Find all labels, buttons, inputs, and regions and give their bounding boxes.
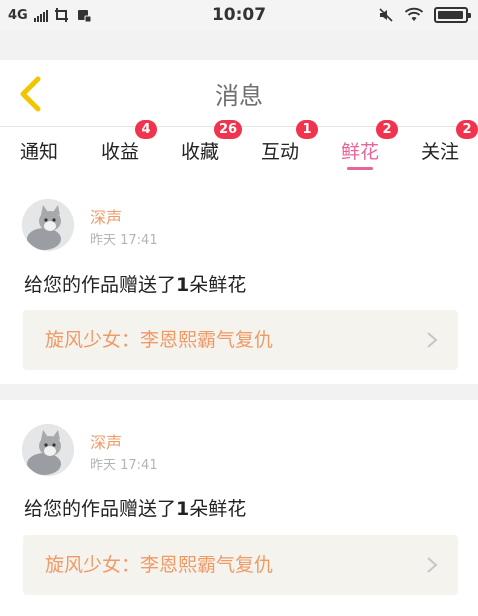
signal-icon: [33, 8, 48, 22]
message-suffix: 朵鲜花: [189, 498, 247, 520]
avatar[interactable]: [22, 424, 74, 476]
username[interactable]: 深声: [90, 204, 122, 228]
battery-level: [438, 11, 463, 19]
status-bar-left: 4G: [8, 0, 92, 30]
flower-count: 1: [176, 498, 190, 520]
tab-label: 互动: [261, 141, 300, 163]
chevron-right-icon: [427, 557, 438, 573]
message-prefix: 给您的作品赠送了: [24, 274, 177, 296]
tab-badge: 1: [296, 120, 318, 139]
tab-label: 收藏: [181, 141, 220, 163]
timestamp: 昨天 17:41: [90, 233, 158, 248]
page-title: 消息: [215, 81, 263, 110]
cat-avatar-icon: [22, 199, 74, 251]
wifi-icon: [404, 7, 424, 21]
tab-badge: 2: [456, 120, 478, 139]
tab-label: 关注: [421, 141, 460, 163]
work-link[interactable]: 旋风少女：李恩熙霸气复仇: [23, 310, 458, 370]
tab-label: 鲜花: [341, 141, 380, 163]
tab-bar: 通知 收益 4 收藏 26 互动 1 鲜花 2 关注 2: [0, 120, 478, 180]
tab-label: 收益: [101, 141, 140, 163]
message-suffix: 朵鲜花: [189, 274, 247, 296]
work-link[interactable]: 旋风少女：李恩熙霸气复仇: [23, 535, 458, 595]
status-gap: [0, 30, 478, 60]
tab-label: 通知: [20, 141, 59, 163]
chevron-right-icon: [427, 332, 438, 348]
mute-icon: [379, 8, 393, 22]
sim-icon: [77, 10, 92, 23]
screenshot-icon: [54, 8, 68, 22]
battery-icon: [434, 7, 471, 23]
back-button[interactable]: [10, 72, 50, 116]
work-title: 旋风少女：李恩熙霸气复仇: [45, 554, 274, 576]
tab-badge: 2: [376, 120, 398, 139]
username[interactable]: 深声: [90, 429, 122, 453]
message-card: 深声 昨天 17:41 给您的作品赠送了1朵鲜花 旋风少女：李恩熙霸气复仇: [0, 180, 478, 384]
timestamp: 昨天 17:41: [90, 458, 158, 473]
header: 消息: [0, 60, 478, 126]
tab-badge: 26: [214, 120, 243, 139]
work-title: 旋风少女：李恩熙霸气复仇: [45, 329, 274, 351]
avatar[interactable]: [22, 199, 74, 251]
flower-count: 1: [176, 274, 190, 296]
status-bar: 4G 10:07: [0, 0, 478, 30]
message-prefix: 给您的作品赠送了: [24, 498, 177, 520]
status-bar-right: [378, 0, 471, 30]
message-text: 给您的作品赠送了1朵鲜花: [24, 494, 246, 521]
active-tab-indicator: [347, 167, 373, 170]
message-card: 深声 昨天 17:41 给您的作品赠送了1朵鲜花 旋风少女：李恩熙霸气复仇: [0, 400, 478, 616]
chevron-left-icon: [20, 76, 41, 112]
tab-badge: 4: [135, 120, 157, 139]
cat-avatar-icon: [22, 424, 74, 476]
network-type: 4G: [8, 7, 28, 23]
message-text: 给您的作品赠送了1朵鲜花: [24, 270, 246, 297]
